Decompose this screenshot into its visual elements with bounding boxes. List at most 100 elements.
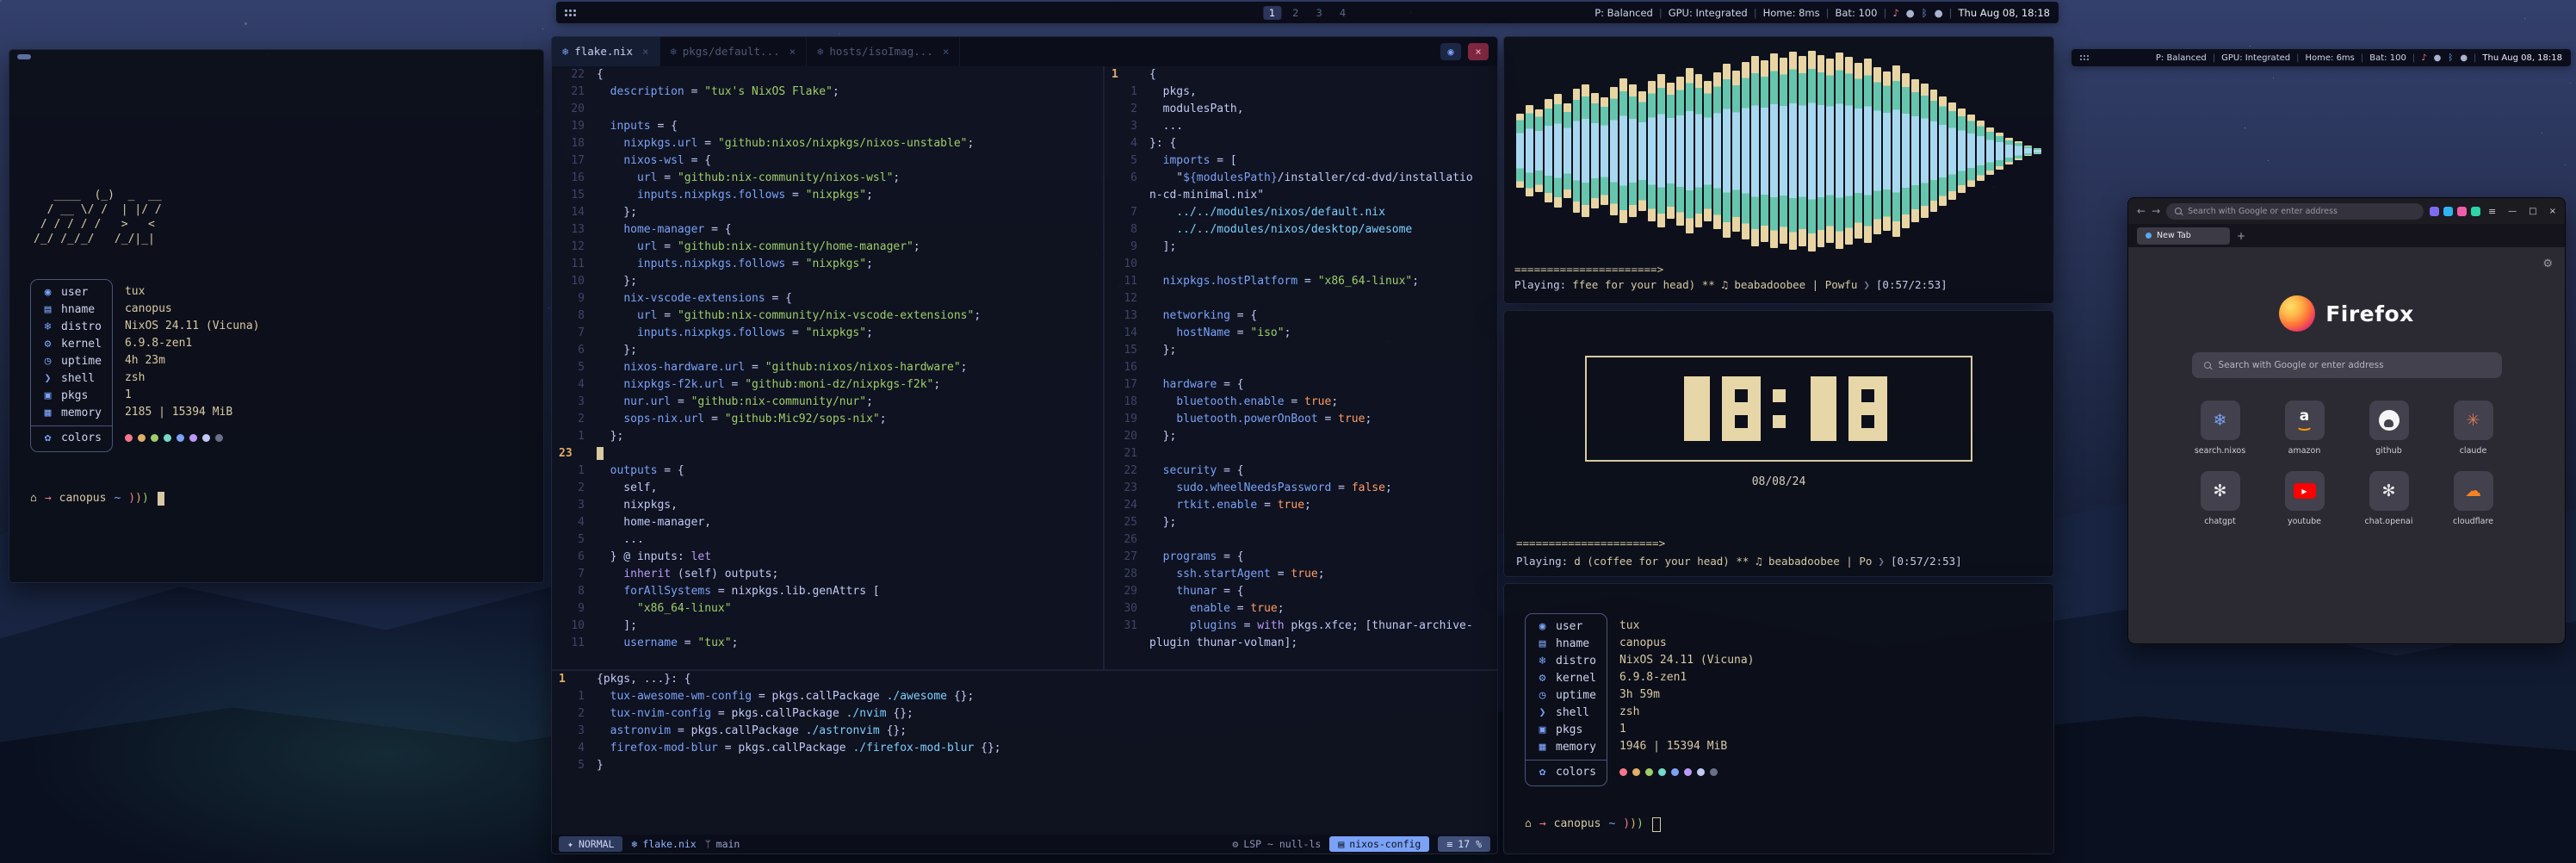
line-number: 4 [552,514,597,531]
clock-digits [1671,376,1887,441]
prompt-chevron: ) [128,490,135,507]
code-pane-pkgs-default[interactable]: 1{pkgs, ...}: {1 tux-awesome-wm-config =… [552,671,1497,835]
line-number: 7 [552,325,597,342]
shortcut-amazon[interactable]: aamazon [2263,400,2347,456]
tab-hosts-isoImag-[interactable]: ❄hosts/isoImag...× [807,37,960,66]
shortcut-youtube[interactable]: ▶youtube [2263,471,2347,526]
code-pane-flake-nix[interactable]: 22{21 description = "tux's NixOS Flake";… [552,66,1103,669]
shortcut-icon-box: ✻ [2369,471,2409,511]
extension-icons [2430,207,2480,216]
shortcut-chatgpt[interactable]: ✻chatgpt [2178,471,2263,526]
tab-new-tab[interactable]: New Tab [2137,227,2230,245]
titlebar-button[interactable] [17,54,31,59]
terminal-color-palette [125,429,260,446]
code-line: 8 forAllSystems = nixpkgs.lib.genAttrs [ [552,583,1103,600]
close-tab-icon[interactable]: × [642,43,649,60]
indicator-dot-icon[interactable]: ● [2460,53,2468,63]
newtab-search-field[interactable]: Search with Google or enter address [2192,352,2502,378]
extension-icon[interactable] [2443,207,2453,216]
code-line: 16 [1105,359,1497,376]
separator: | [1949,7,1953,19]
fetch-key-row: ▦memory [1526,739,1607,756]
code-text: pkgs, [1149,85,1197,98]
shortcut-label: amazon [2288,446,2321,456]
tab-pkgs-default-[interactable]: ❄pkgs/default...× [660,37,808,66]
volume-icon[interactable]: ♪ [2421,53,2426,63]
code-line: 5 ... [552,531,1103,549]
line-number: 19 [1105,411,1149,428]
indicator-dot-icon[interactable]: ● [2434,53,2442,63]
visualizer-bar [1601,97,1608,205]
fetch-key-row: ▤hname [1526,636,1607,653]
back-icon[interactable]: ← [2137,205,2146,217]
visualizer-bar [1516,114,1524,188]
close-window-button[interactable]: × [1468,43,1489,60]
shortcut-cloudflare[interactable]: ☁cloudflare [2431,471,2516,526]
code-text: enable = true; [1149,602,1285,615]
shell-prompt[interactable]: ⌂→canopus~))) [1525,816,2033,833]
code-pane-iso-image[interactable]: 1{1 pkgs,2 modulesPath,3 ...4}: {5 impor… [1105,66,1497,669]
code-line: 11 inputs.nixpkgs.follows = "nixpkgs"; [552,256,1103,273]
forward-icon[interactable]: → [2152,205,2160,217]
apps-grid-icon[interactable] [2080,55,2089,60]
shortcut-claude[interactable]: ✳claude [2431,400,2516,456]
palette-icon: ✿ [1536,764,1549,781]
workspace-tag-3[interactable]: 3 [1310,6,1328,20]
extension-icon[interactable] [2457,207,2467,216]
indicator-dot-icon[interactable]: ● [1906,7,1915,19]
code-text: modulesPath, [1149,102,1244,115]
apps-grid-icon[interactable] [565,9,576,16]
tty-clock-window[interactable]: 08/08/24 ======================> Playing… [1503,310,2054,577]
code-line: 21 description = "tux's NixOS Flake"; [552,84,1103,101]
workspace-tag-4[interactable]: 4 [1334,6,1352,20]
palette-dot [1645,768,1653,776]
code-text: tux-awesome-wm-config = pkgs.callPackage… [597,690,974,703]
visualizer-bar [1732,71,1740,232]
terminal-titlebar [17,54,31,59]
code-text: nixpkgs.url = "github:nixos/nixpkgs/nixo… [597,137,974,150]
shortcut-search-nixos[interactable]: ❄search.nixos [2178,400,2263,456]
code-line: 3 ... [1105,118,1497,135]
new-tab-page: ⚙ Firefox Search with Google or enter ad… [2128,247,2565,643]
new-tab-button[interactable]: + [2237,230,2245,242]
workspace-tag-1[interactable]: 1 [1263,6,1281,20]
close-tab-icon[interactable]: × [790,43,796,60]
url-bar[interactable]: Search with Google or enter address [2166,203,2424,220]
close-button[interactable]: × [2549,207,2556,216]
terminal-window-fastfetch-left[interactable]: ____ (_) _ __ / __ \/ / | |/ / / / / / /… [9,49,544,583]
visualizer-bar [1986,127,1994,175]
extension-icon[interactable] [2430,207,2439,216]
indicator-dot-icon[interactable]: ● [1935,7,1943,19]
workspace-tag-2[interactable]: 2 [1286,6,1304,20]
minimize-button[interactable]: — [2508,207,2517,216]
shortcut-chat-openai[interactable]: ✻chat.openai [2347,471,2431,526]
firefox-tab-strip: New Tab + [2128,224,2565,247]
visualizer-bar [1845,57,1853,245]
code-line: 30 enable = true; [1105,600,1497,618]
cava-visualizer-window[interactable]: ======================> Playing:ffee for… [1503,36,2054,304]
fetch-value: 4h 23m [125,352,260,369]
chatgpt-icon: ✻ [2214,481,2227,500]
shortcut-icon-box: ❄ [2201,400,2240,440]
close-tab-icon[interactable]: × [943,43,950,60]
lsp-label: LSP ~ null-ls [1243,838,1321,850]
fetch-value: 6.9.8-zen1 [1619,669,1755,686]
visualizer-bar [1573,89,1581,213]
bluetooth-icon[interactable]: ᛒ [1922,7,1928,19]
fetch-key: hname [1556,636,1589,653]
shortcut-github[interactable]: github [2347,400,2431,456]
gear-icon: ⚙ [1232,838,1238,850]
bluetooth-icon[interactable]: ᛒ [2448,53,2453,63]
shell-prompt[interactable]: ⌂→canopus~))) [30,490,523,507]
palette-dot [151,434,158,442]
visualizer-bar [1977,121,1985,181]
extension-icon[interactable] [2471,207,2480,216]
tab-flake-nix[interactable]: ❄flake.nix× [552,37,660,66]
preview-toggle-button[interactable]: ◉ [1440,43,1461,60]
palette-dot [215,434,223,442]
terminal-window-fastfetch-right[interactable]: ◉user▤hname❄distro⚙kernel◷uptime❯shell▣p… [1503,583,2054,854]
menu-icon[interactable]: ≡ [2488,206,2496,217]
maximize-button[interactable]: □ [2529,207,2536,216]
personalize-gear-icon[interactable]: ⚙ [2542,258,2553,270]
volume-icon[interactable]: ♪ [1892,7,1898,19]
